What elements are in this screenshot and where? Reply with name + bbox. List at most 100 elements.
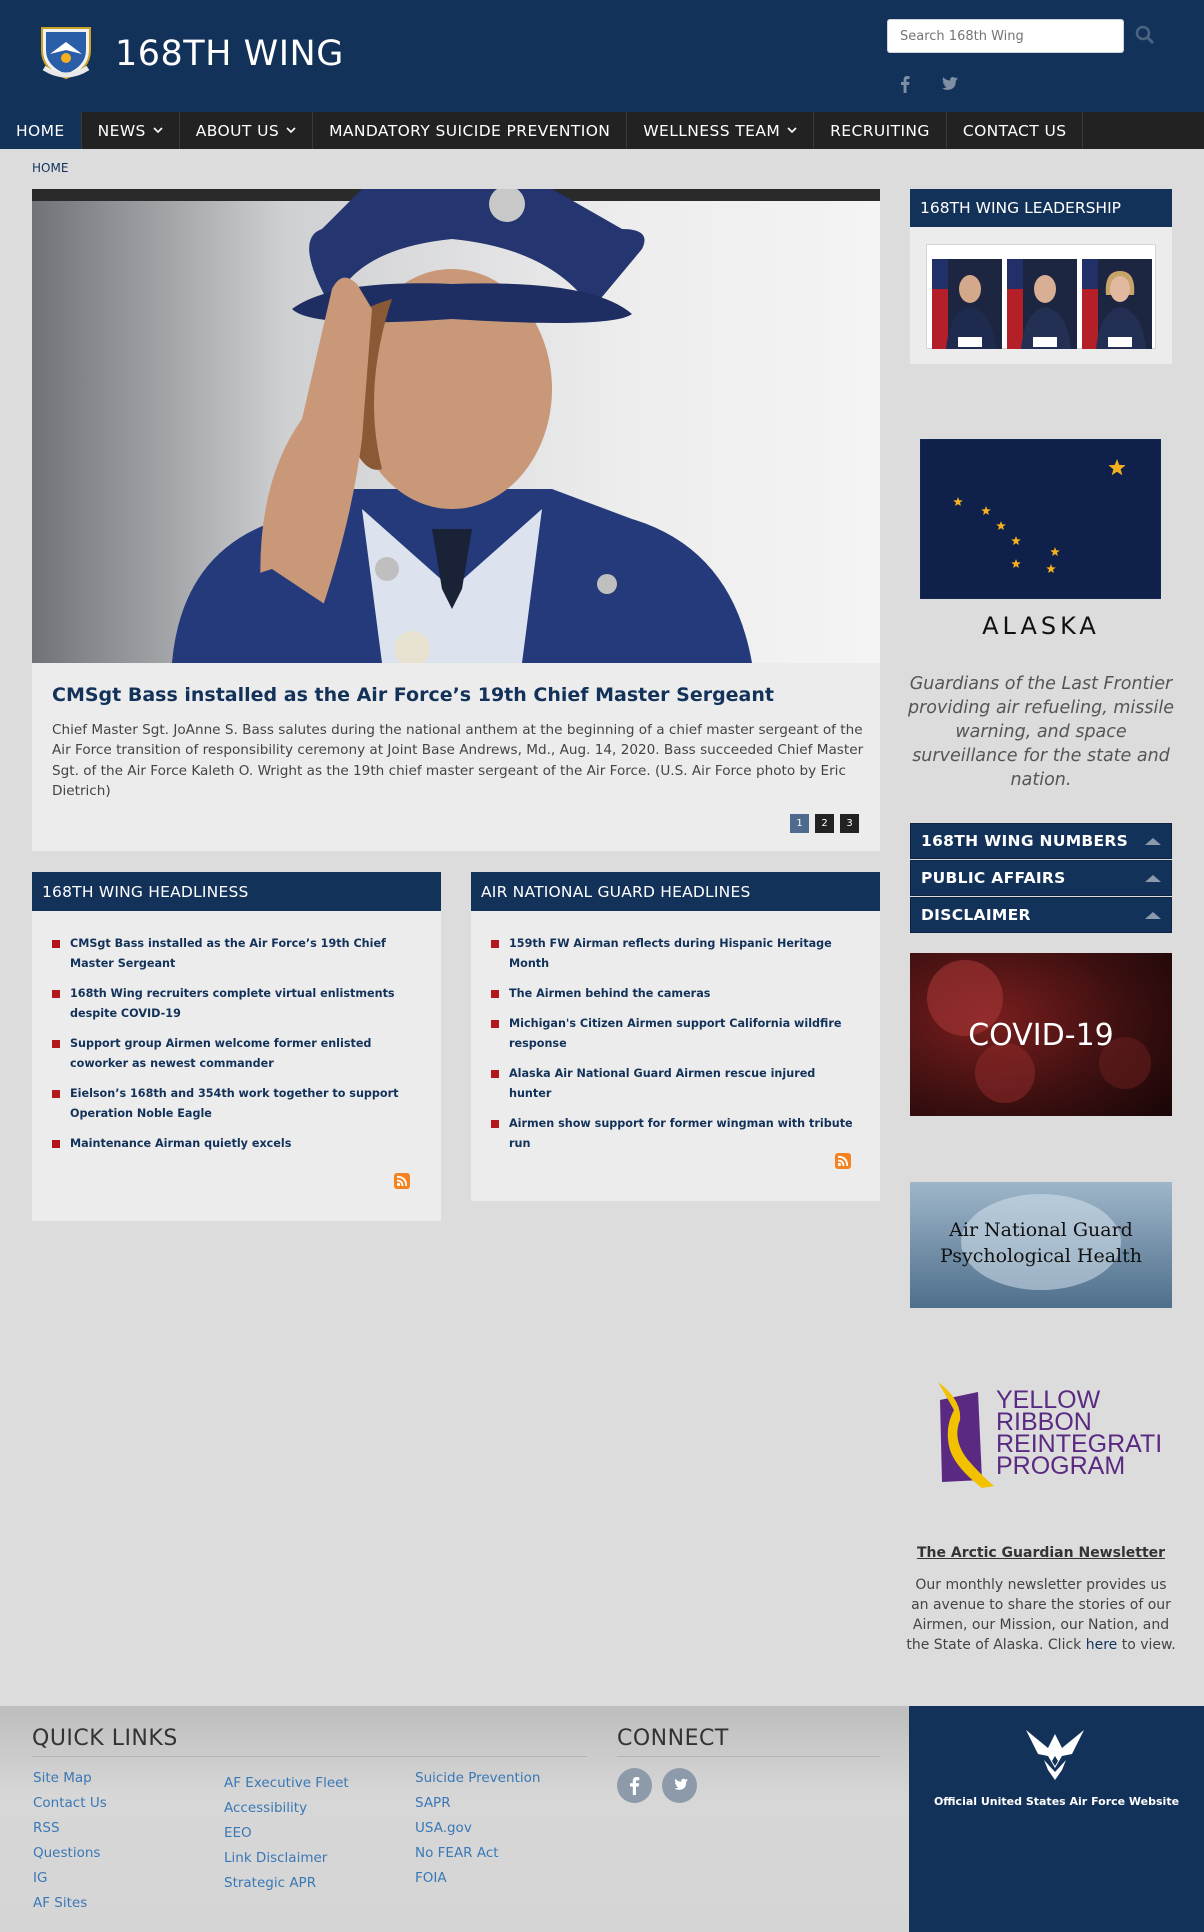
leader-photo[interactable] <box>1007 259 1077 349</box>
collapse-arrow-icon <box>1145 874 1161 882</box>
headline-link[interactable]: Maintenance Airman quietly excels <box>52 1134 412 1154</box>
headline-link[interactable]: Support group Airmen welcome former enli… <box>52 1034 412 1074</box>
collapse-arrow-icon <box>1145 837 1161 845</box>
footer-link[interactable]: Suicide Prevention <box>415 1766 540 1791</box>
accordion-label: DISCLAIMER <box>921 906 1031 924</box>
leader-photo[interactable] <box>932 259 1002 349</box>
nav-item-label: MANDATORY SUICIDE PREVENTION <box>329 121 611 140</box>
site-title[interactable]: 168TH WING <box>115 34 344 74</box>
footer-link[interactable]: Accessibility <box>224 1796 349 1821</box>
headline-link[interactable]: Alaska Air National Guard Airmen rescue … <box>491 1064 861 1104</box>
nav-item-news[interactable]: NEWS <box>82 112 180 149</box>
hero-caption: Chief Master Sgt. JoAnne S. Bass salutes… <box>52 722 864 799</box>
facebook-icon[interactable] <box>617 1768 652 1803</box>
breadcrumb[interactable]: HOME <box>32 161 68 175</box>
slide-page-button[interactable]: 2 <box>815 814 834 833</box>
footer-link[interactable]: RSS <box>33 1816 107 1841</box>
headline-link[interactable]: 168th Wing recruiters complete virtual e… <box>52 984 412 1024</box>
headline-link[interactable]: The Airmen behind the cameras <box>491 984 861 1004</box>
headline-link[interactable]: Michigan's Citizen Airmen support Califo… <box>491 1014 861 1054</box>
accordion-public-affairs[interactable]: PUBLIC AFFAIRS <box>910 860 1172 896</box>
nav-item-wellness-team[interactable]: WELLNESS TEAM <box>627 112 815 149</box>
footer-link[interactable]: IG <box>33 1866 107 1891</box>
nav-item-label: CONTACT US <box>962 121 1067 140</box>
footer-link[interactable]: Strategic APR <box>224 1871 349 1896</box>
footer-link[interactable]: No FEAR Act <box>415 1841 540 1866</box>
nav-item-mandatory-suicide-prevention[interactable]: MANDATORY SUICIDE PREVENTION <box>313 112 628 149</box>
yellow-ribbon-program-logo[interactable]: YELLOWRIBBONREINTEGRATIONPROGRAM <box>920 1380 1162 1490</box>
nav-item-label: WELLNESS TEAM <box>643 121 781 140</box>
hero-pager: 123 <box>790 814 859 833</box>
footer-link[interactable]: USA.gov <box>415 1816 540 1841</box>
footer-link[interactable]: SAPR <box>415 1791 540 1816</box>
headline-link[interactable]: 159th FW Airman reflects during Hispanic… <box>491 934 861 974</box>
leadership-title[interactable]: 168TH WING LEADERSHIP <box>910 189 1172 227</box>
af-website-panel[interactable]: Official United States Air Force Website <box>909 1706 1204 1932</box>
headline-link[interactable]: CMSgt Bass installed as the Air Force’s … <box>52 934 412 974</box>
air-force-symbol-icon[interactable] <box>1022 1726 1088 1784</box>
footer-links-column-2: AF Executive Fleet Accessibility EEO Link D… <box>224 1771 349 1896</box>
search-icon[interactable] <box>1134 24 1156 46</box>
ang-headlines-panel: AIR NATIONAL GUARD HEADLINES 159th FW Ai… <box>471 872 880 1201</box>
footer-link[interactable]: Site Map <box>33 1766 107 1791</box>
hero-headline[interactable]: CMSgt Bass installed as the Air Force’s … <box>52 684 862 706</box>
accordion-label: 168TH WING NUMBERS <box>921 832 1129 850</box>
newsletter-link[interactable]: here <box>1086 1637 1118 1653</box>
footer-link[interactable]: EEO <box>224 1821 349 1846</box>
footer-link[interactable]: Contact Us <box>33 1791 107 1816</box>
headline-link[interactable]: Airmen show support for former wingman w… <box>491 1114 861 1154</box>
af-website-text[interactable]: Official United States Air Force Website <box>909 1795 1204 1808</box>
newsletter-description: Our monthly newsletter provides us an av… <box>906 1575 1176 1655</box>
leader-photo[interactable] <box>1082 259 1152 349</box>
nav-item-home[interactable]: HOME <box>0 112 82 149</box>
collapse-arrow-icon <box>1145 911 1161 919</box>
facebook-icon[interactable] <box>894 73 916 95</box>
quick-links-divider <box>32 1756 587 1757</box>
nav-item-label: NEWS <box>97 121 146 140</box>
wing-headlines-title: 168TH WING HEADLINESS <box>32 872 441 911</box>
nav-item-label: HOME <box>16 121 65 140</box>
hero-photo-chief-master-sergeant-saluting[interactable] <box>32 189 880 663</box>
slide-page-button[interactable]: 1 <box>790 814 809 833</box>
headline-link[interactable]: Eielson’s 168th and 354th work together … <box>52 1084 412 1124</box>
accordion-wing-numbers[interactable]: 168TH WING NUMBERS <box>910 823 1172 859</box>
wing-headlines-panel: 168TH WING HEADLINESS CMSgt Bass install… <box>32 872 441 1221</box>
search-input[interactable] <box>887 19 1124 53</box>
168th-wing-logo-icon[interactable] <box>36 24 96 80</box>
rss-icon[interactable] <box>394 1173 410 1189</box>
hero-slider: CMSgt Bass installed as the Air Force’s … <box>32 189 880 851</box>
twitter-icon[interactable] <box>662 1768 697 1803</box>
psychological-health-banner[interactable]: Air National Guard Psychological Health <box>910 1182 1172 1308</box>
twitter-icon[interactable] <box>938 73 960 95</box>
footer-link[interactable]: FOIA <box>415 1866 540 1891</box>
leadership-photo-frame[interactable] <box>926 244 1156 349</box>
footer-link[interactable]: Questions <box>33 1841 107 1866</box>
chevron-down-icon <box>787 127 797 134</box>
nav-item-contact-us[interactable]: CONTACT US <box>947 112 1084 149</box>
footer-links-column-3: Suicide Prevention SAPR USA.gov No FEAR Act… <box>415 1766 540 1891</box>
newsletter-title[interactable]: The Arctic Guardian Newsletter <box>910 1545 1172 1561</box>
covid-19-banner[interactable]: COVID-19 <box>910 953 1172 1116</box>
ang-headlines-title: AIR NATIONAL GUARD HEADLINES <box>471 872 880 911</box>
connect-title: CONNECT <box>617 1726 729 1751</box>
ang-headlines-list: 159th FW Airman reflects during Hispanic… <box>491 934 861 1164</box>
nav-item-label: RECRUITING <box>830 121 930 140</box>
chevron-down-icon <box>286 127 296 134</box>
footer-link[interactable]: AF Sites <box>33 1891 107 1916</box>
wing-headlines-list: CMSgt Bass installed as the Air Force’s … <box>52 934 412 1164</box>
nav-item-about-us[interactable]: ABOUT US <box>180 112 314 149</box>
psych-line2: Psychological Health <box>940 1245 1142 1267</box>
guardians-tagline: Guardians of the Last Frontier providing… <box>908 674 1174 790</box>
alaska-label: ALASKA <box>982 612 1100 640</box>
accordion-disclaimer[interactable]: DISCLAIMER <box>910 897 1172 933</box>
site-header: 168TH WING <box>0 0 1204 112</box>
slide-page-button[interactable]: 3 <box>840 814 859 833</box>
nav-item-recruiting[interactable]: RECRUITING <box>814 112 947 149</box>
yellow-ribbon-line: PROGRAM <box>996 1452 1125 1480</box>
footer-link[interactable]: AF Executive Fleet <box>224 1771 349 1796</box>
footer-link[interactable]: Link Disclaimer <box>224 1846 349 1871</box>
footer-links-column-1: Site Map Contact Us RSS Questions IG AF Sites <box>33 1766 107 1916</box>
rss-icon[interactable] <box>835 1153 851 1169</box>
psych-line1: Air National Guard <box>948 1219 1133 1241</box>
alaska-flag-image[interactable] <box>920 439 1161 599</box>
